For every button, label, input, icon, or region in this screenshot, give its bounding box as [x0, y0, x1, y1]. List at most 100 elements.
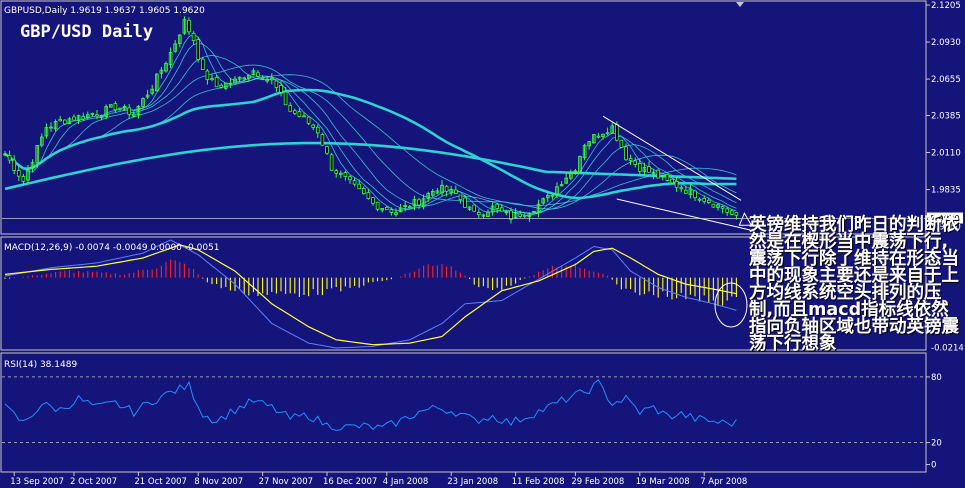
price-candle	[58, 119, 62, 122]
price-candle	[191, 32, 196, 41]
time-axis-label: 29 Feb 2008	[571, 477, 624, 487]
time-axis-label: 23 Jan 2008	[447, 477, 498, 487]
price-candle	[288, 105, 292, 112]
time-axis-label: 7 Apr 2008	[700, 477, 747, 487]
price-candle	[329, 154, 334, 171]
time-axis-label: 19 Mar 2008	[636, 477, 690, 487]
price-candle	[628, 158, 633, 161]
price-candle	[453, 189, 458, 194]
price-candle	[118, 107, 122, 110]
chart-title: GBP/USD Daily	[20, 22, 153, 42]
price-candle	[476, 211, 481, 216]
rsi-axis-label: 80	[931, 373, 942, 383]
price-candle	[697, 198, 702, 201]
price-candle	[720, 206, 725, 209]
price-candle	[679, 187, 683, 190]
price-candle	[684, 189, 688, 194]
price-candle	[315, 126, 320, 134]
price-candle	[274, 80, 279, 88]
price-candle	[357, 183, 361, 190]
price-candle	[693, 190, 697, 199]
price-candle	[384, 207, 389, 211]
price-candle	[725, 208, 729, 213]
price-candle	[214, 77, 219, 88]
price-candle	[292, 110, 297, 114]
time-axis-label: 11 Feb 2008	[512, 477, 565, 487]
price-candle	[63, 119, 67, 125]
price-candle	[458, 194, 463, 200]
price-candle	[472, 204, 476, 212]
rsi-header: RSI(14) 38.1489	[4, 360, 77, 370]
price-candle	[633, 160, 637, 165]
price-axis-label: 2.0930	[931, 38, 961, 48]
price-candle	[283, 91, 288, 106]
price-candle	[463, 197, 467, 208]
rsi-axis-label: 20	[931, 439, 942, 449]
price-candle	[219, 84, 224, 88]
price-candle	[127, 107, 132, 115]
price-candle	[81, 116, 86, 120]
price-candle	[348, 176, 352, 181]
price-candle	[352, 180, 357, 185]
price-candle	[90, 113, 95, 115]
price-candle	[444, 185, 449, 192]
price-candle	[656, 169, 660, 179]
price-candle	[297, 111, 302, 118]
time-axis-label: 8 Nov 2007	[194, 477, 243, 487]
price-candle	[702, 197, 706, 202]
rsi-axis-label: 0	[931, 461, 936, 471]
price-candle	[242, 77, 247, 80]
price-candle	[320, 134, 325, 146]
analysis-caption: 英镑维持我们昨日的判断依然是在楔形当中震荡下行,震荡下行除了维持在形态当中的现象…	[749, 215, 959, 354]
price-candle	[375, 201, 380, 210]
price-candle	[113, 103, 118, 111]
price-candle	[550, 194, 555, 197]
price-axis-label: 2.0385	[931, 111, 961, 121]
price-axis-label: 2.0110	[931, 149, 961, 159]
forex-chart-window: 2.1205 2.0930 2.0655 2.0385 2.0110 1.9835 1.95…	[0, 0, 965, 488]
price-axis-label: 1.9835	[931, 186, 961, 196]
price-candle	[196, 39, 201, 61]
price-candle	[518, 213, 522, 217]
price-candle	[734, 212, 739, 216]
price-candle	[624, 146, 628, 161]
price-candle	[605, 132, 610, 135]
price-candle	[596, 135, 601, 138]
price-candle	[495, 203, 499, 209]
price-candle	[615, 123, 619, 141]
price-candle	[647, 166, 651, 173]
price-candle	[311, 124, 315, 128]
price-candle	[619, 139, 624, 148]
price-candle	[21, 176, 26, 182]
price-candle	[260, 77, 265, 80]
price-candle	[325, 146, 329, 154]
time-axis-label: 13 Sep 2007	[10, 477, 64, 487]
price-candle	[371, 197, 375, 204]
time-axis-label: 4 Jan 2008	[383, 477, 429, 487]
time-axis-label: 27 Nov 2007	[259, 477, 313, 487]
price-candle	[523, 214, 527, 217]
price-candle	[361, 188, 366, 195]
price-candle	[306, 116, 311, 124]
price-candle	[665, 173, 670, 181]
price-candle	[187, 19, 191, 33]
price-candle	[670, 178, 674, 184]
price-candle	[16, 170, 21, 177]
price-candle	[12, 159, 17, 171]
macd-header: MACD(12,26,9) -0.0074 -0.0049 0.0000 -0.…	[4, 243, 220, 253]
price-candle	[366, 192, 371, 199]
instrument-header: GBPUSD,Daily 1.9619 1.9637 1.9605 1.9620	[4, 6, 205, 16]
price-candle	[210, 78, 214, 81]
time-axis-label: 2 Oct 2007	[70, 477, 117, 487]
price-candle	[269, 78, 274, 81]
price-candle	[730, 210, 734, 216]
price-candle	[302, 115, 306, 118]
time-axis-label: 21 Oct 2007	[134, 477, 187, 487]
price-candle	[638, 163, 642, 172]
price-candle	[417, 199, 421, 206]
price-candle	[334, 170, 338, 174]
price-candle	[72, 116, 76, 121]
price-candle	[509, 210, 513, 220]
price-candle	[343, 172, 348, 177]
price-candle	[279, 84, 283, 93]
